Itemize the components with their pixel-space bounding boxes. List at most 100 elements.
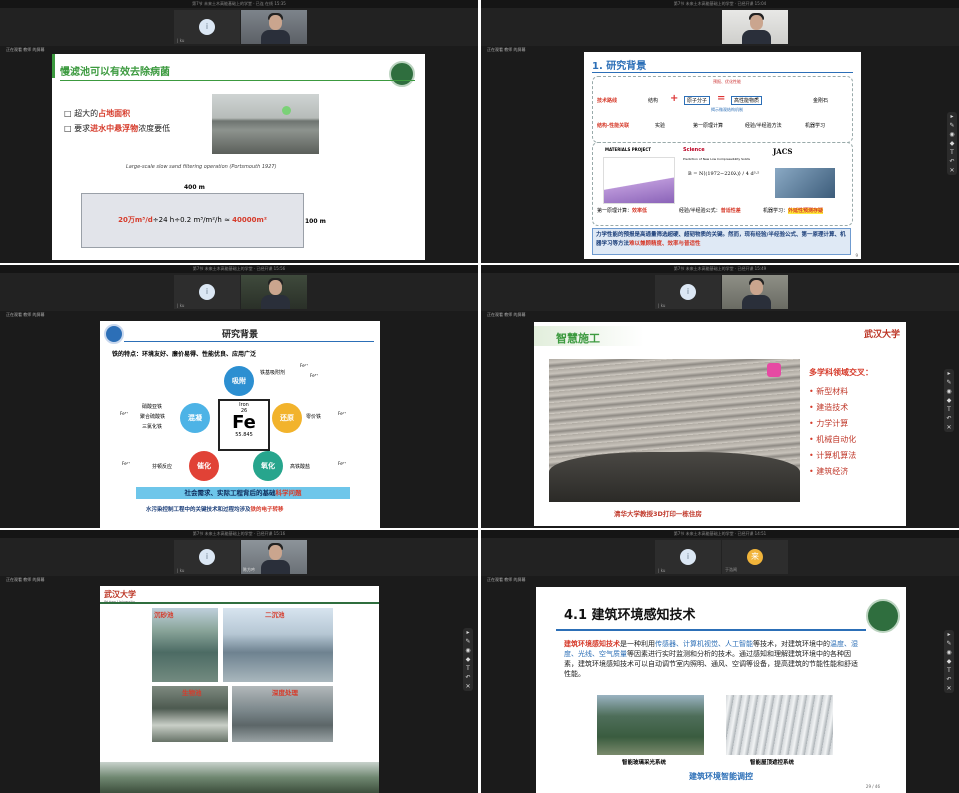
video-strip: i | ku (0, 273, 478, 311)
participant-tile-2[interactable]: 来于浩闻 (722, 540, 788, 574)
status-text: 正在观看 教师 的屏幕 (6, 47, 45, 52)
participant-name: | ku (177, 568, 185, 573)
window-title: 第7节 未来土木高能基础上的学堂 · 已连 在线 15:35 (192, 1, 286, 6)
tile-2: 第7节 未来土木高能基础上的学堂 · 已经开课 15:04 正在观看 教师 的屏… (481, 0, 959, 263)
slide-title: 1. 研究背景 (592, 61, 647, 72)
side-toolbar[interactable]: ▸ ✎ ◉ ◆ T ↶ ✕ (944, 630, 954, 693)
window-title: 第7节 未来土木高能基础上的学堂 · 已经开课 15:16 (192, 531, 286, 536)
text-icon[interactable]: T (947, 148, 957, 157)
pointer-icon[interactable]: ▸ (947, 112, 957, 121)
highlighter-icon[interactable]: ◉ (944, 387, 954, 396)
status-text: 正在观看 教师 的屏幕 (6, 577, 45, 582)
materials-chart (603, 157, 675, 204)
window-titlebar: 第7节 未来土木高能基础上的学堂 · 已经开课 15:49 (481, 265, 959, 273)
pointer-icon[interactable]: ▸ (944, 630, 954, 639)
teacher-camera[interactable] (722, 10, 788, 44)
university-logo: 武汉大学 (863, 330, 900, 340)
university-logo (866, 599, 900, 633)
slide-2: 1. 研究背景 技术路线 预报、优化性能 结构 + 原子分子 = 高性能物质 金… (584, 52, 861, 259)
participant-tile[interactable]: i | ku (174, 540, 240, 574)
highlighter-icon[interactable]: ◉ (463, 646, 473, 655)
teacher-camera[interactable] (722, 275, 788, 309)
circle-reduce: 还原 (272, 403, 302, 433)
eraser-icon[interactable]: ◆ (947, 139, 957, 148)
undo-icon[interactable]: ↶ (463, 673, 473, 682)
avatar: i (199, 549, 215, 565)
clear-icon[interactable]: ✕ (947, 166, 957, 175)
video-strip: i | ku (0, 8, 478, 46)
participant-tile[interactable]: i | ku (655, 275, 721, 309)
body-paragraph: 建筑环境感知技术是一种利用传感器、计算机视觉、人工智能等技术，对建筑环境中的温度… (564, 640, 858, 678)
participant-tile[interactable]: i | ku (174, 10, 240, 44)
camera-name: 陈方吟 (243, 567, 255, 572)
text-icon[interactable]: T (944, 405, 954, 414)
tile-1: 第7节 未来土木高能基础上的学堂 · 已连 在线 15:35 i | ku 正在观… (0, 0, 478, 263)
slide-1: 慢滤池可以有效去除病菌 □ 超大的占地面积 □ 要求进水中悬浮物浓度要低 Lar… (52, 54, 425, 260)
clear-icon[interactable]: ✕ (463, 682, 473, 691)
slide-6: 4.1 建筑环境感知技术 建筑环境感知技术是一种利用传感器、计算机视觉、人工智能… (536, 587, 906, 793)
teacher-camera[interactable]: 陈方吟 (241, 540, 307, 574)
window-title: 第7节 未来土木高能基础上的学堂 · 已经开课 14:51 (673, 531, 767, 536)
clear-icon[interactable]: ✕ (944, 684, 954, 693)
eraser-icon[interactable]: ◆ (944, 396, 954, 405)
filter-photo (212, 94, 319, 154)
video-strip: i | ku 陈方吟 (0, 538, 478, 576)
participant-tile[interactable]: i | ku (174, 275, 240, 309)
highlighter-icon[interactable]: ◉ (947, 130, 957, 139)
avatar: i (199, 19, 215, 35)
status-text: 正在观看 教师 的屏幕 (487, 577, 526, 582)
side-toolbar[interactable]: ▸ ✎ ◉ ◆ T ↶ ✕ (463, 628, 473, 691)
pointer-icon[interactable]: ▸ (463, 628, 473, 637)
subject-heading: 多学科领域交叉： (809, 368, 873, 377)
avatar: i (199, 284, 215, 300)
side-toolbar[interactable]: ▸ ✎ ◉ ◆ T ↶ ✕ (947, 112, 957, 175)
slide-5: 武汉大学 Wuhan University 沉砂池 二沉池 生物池 深度处理 (100, 586, 379, 793)
pen-icon[interactable]: ✎ (944, 639, 954, 648)
pointer-icon[interactable]: ▸ (944, 369, 954, 378)
participant-tile[interactable]: i | ku (655, 540, 721, 574)
video-strip (481, 8, 959, 46)
circle-coagulate: 混凝 (180, 403, 210, 433)
slide-3: 研究背景 铁的特点：环境友好、廉价易得、性能优良、应用广泛 Iron 26 Fe… (100, 321, 380, 528)
photo-caption: Large-scale slow sand filtering operatio… (126, 164, 277, 170)
banner: 社会需求、实际工程背后的基础科学问题 (136, 487, 350, 499)
printed-house-photo (549, 359, 800, 502)
photo-secondary-clarifier (223, 608, 333, 682)
undo-icon[interactable]: ↶ (947, 157, 957, 166)
tech-route-box: 技术路线 预报、优化性能 结构 + 原子分子 = 高性能物质 金刚石 揭示微观结… (592, 76, 853, 143)
eraser-icon[interactable]: ◆ (944, 657, 954, 666)
text-icon[interactable]: T (463, 664, 473, 673)
footer-text: 水污染控制工程中的关键技术和过程均涉及铁的电子转移 (146, 507, 284, 513)
highlighter-icon[interactable]: ◉ (944, 648, 954, 657)
circle-oxidize: 氧化 (253, 451, 283, 481)
slide-title: 4.1 建筑环境感知技术 (564, 608, 696, 623)
circle-catalyze: 催化 (189, 451, 219, 481)
photo-caption: 清华大学教授3D打印一栋住房 (614, 510, 702, 518)
avatar: i (680, 284, 696, 300)
subject-list: • 新型材料 • 建造技术 • 力学计算 • 机械自动化 • 计算机算法 • 建… (809, 387, 857, 476)
teacher-camera[interactable] (241, 275, 307, 309)
pen-icon[interactable]: ✎ (947, 121, 957, 130)
window-titlebar: 第7节 未来土木高能基础上的学堂 · 已连 在线 15:35 (0, 0, 478, 8)
clear-icon[interactable]: ✕ (944, 423, 954, 432)
text-icon[interactable]: T (944, 666, 954, 675)
photo-grit-chamber (152, 608, 218, 682)
pen-icon[interactable]: ✎ (463, 637, 473, 646)
side-toolbar[interactable]: ▸ ✎ ◉ ◆ T ↶ ✕ (944, 369, 954, 432)
participant-name: | ku (177, 38, 185, 43)
undo-icon[interactable]: ↶ (944, 414, 954, 423)
participant-name: | ku (658, 303, 666, 308)
tile-5: 第7节 未来土木高能基础上的学堂 · 已经开课 15:16 i | ku 陈方吟 … (0, 530, 478, 793)
avatar: i (680, 549, 696, 565)
pen-icon[interactable]: ✎ (944, 378, 954, 387)
bullet-1: □ 超大的占地面积 (64, 109, 131, 118)
bullet-2: □ 要求进水中悬浮物浓度要低 (64, 124, 171, 133)
window-titlebar: 第7节 未来土木高能基础上的学堂 · 已经开课 15:56 (0, 265, 478, 273)
eraser-icon[interactable]: ◆ (463, 655, 473, 664)
teacher-camera[interactable] (241, 10, 307, 44)
undo-icon[interactable]: ↶ (944, 675, 954, 684)
tile-3: 第7节 未来土木高能基础上的学堂 · 已经开课 15:56 i | ku 正在观看… (0, 265, 478, 528)
tile-6: 第7节 未来土木高能基础上的学堂 · 已经开课 14:51 i | ku 来于浩闻… (481, 530, 959, 793)
element-card: Iron 26 Fe 55.845 (218, 399, 270, 451)
method-panels: MATERIALS PROJECT Science Prediction of … (592, 142, 853, 226)
